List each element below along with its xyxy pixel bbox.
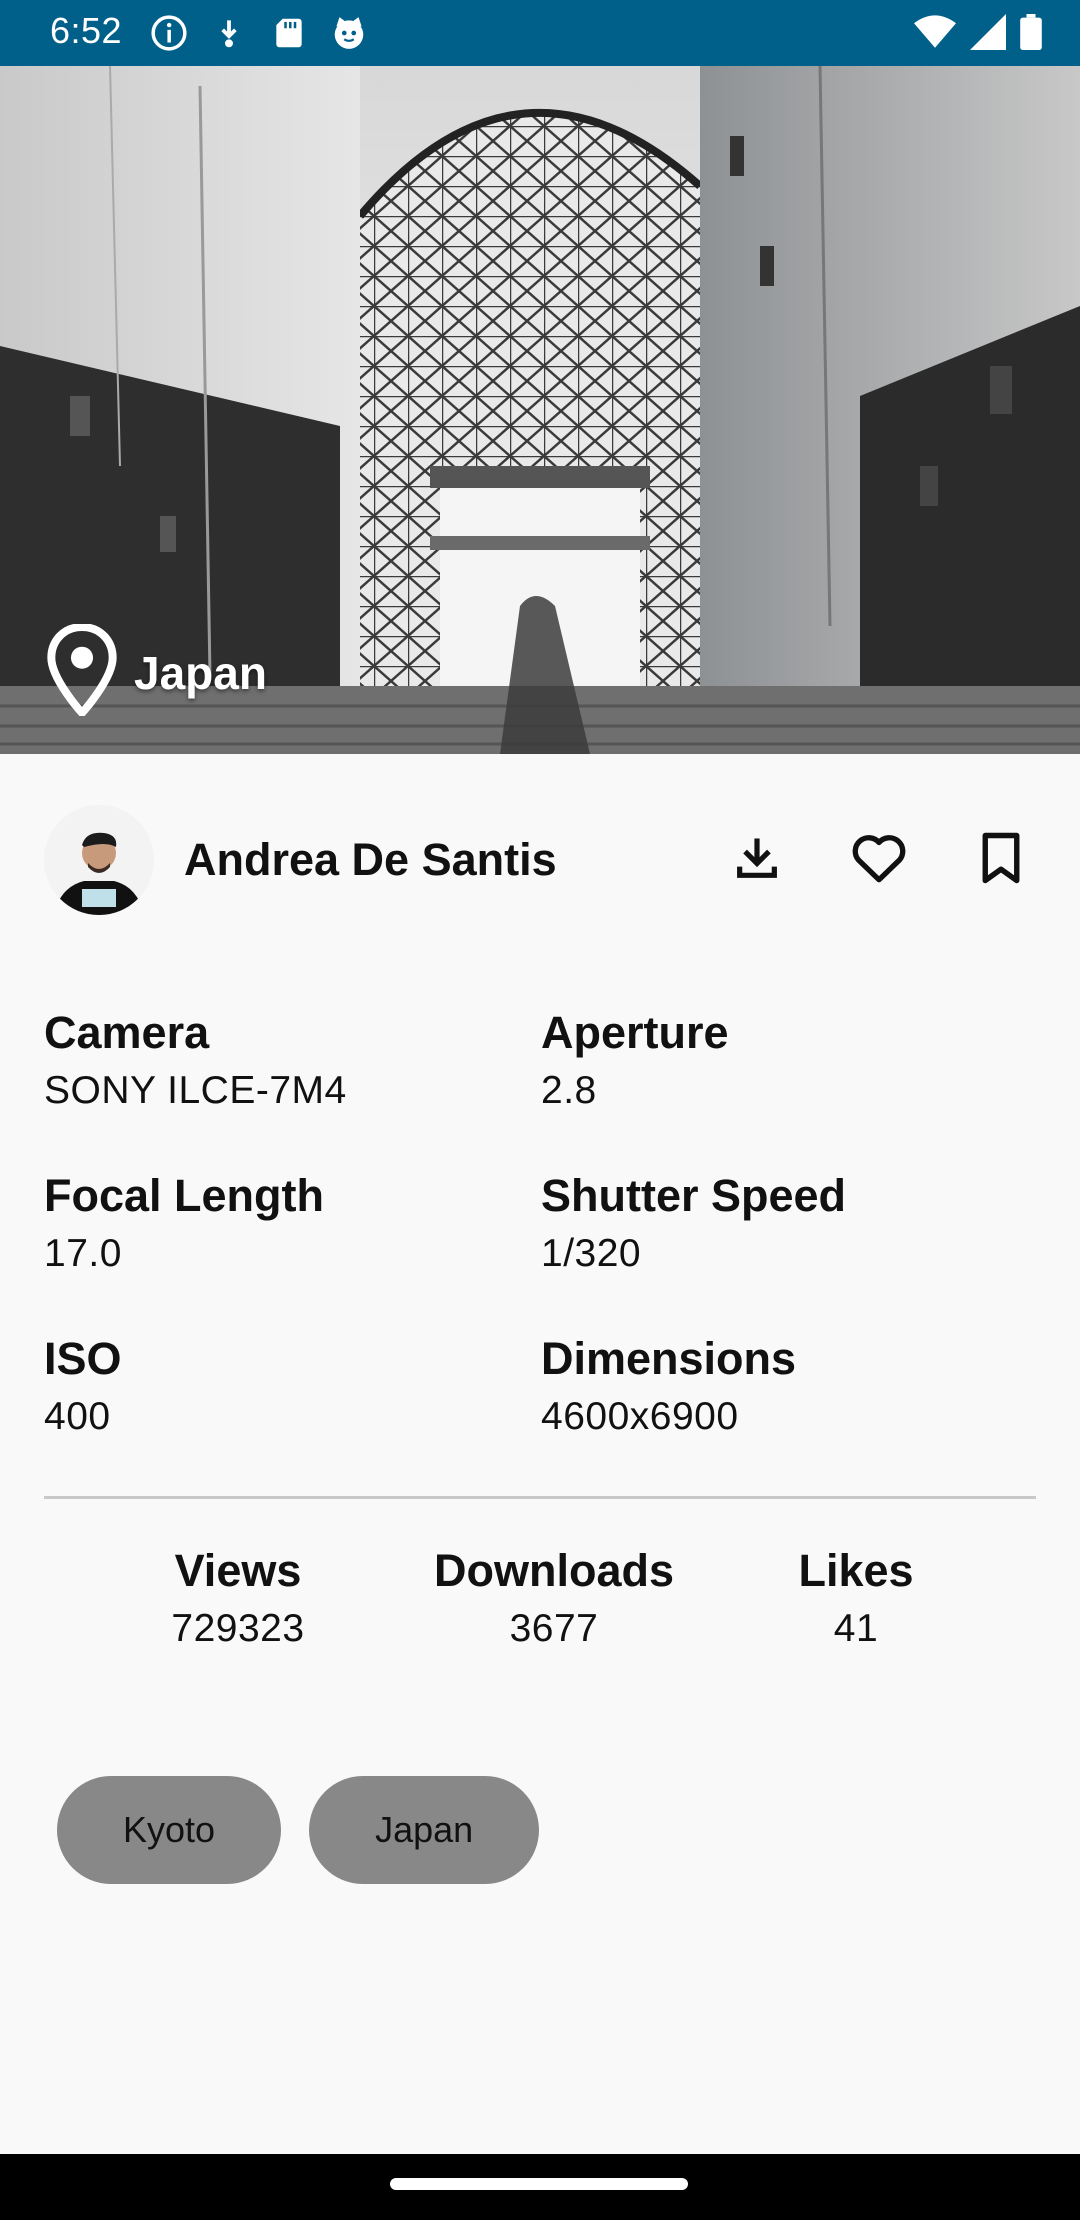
exif-label: Focal Length [44, 1170, 324, 1221]
exif-label: Shutter Speed [541, 1170, 847, 1221]
cat-face-icon [330, 14, 368, 52]
exif-label: Camera [44, 1007, 210, 1058]
exif-aperture: Aperture 2.8 [541, 1010, 1021, 1110]
exif-value: 17.0 [44, 1232, 122, 1275]
sd-card-icon [270, 14, 308, 52]
exif-focal-length: Focal Length 17.0 [44, 1173, 524, 1273]
exif-value: 400 [44, 1395, 111, 1438]
divider [44, 1496, 1036, 1499]
exif-value: 1/320 [541, 1232, 642, 1275]
exif-label: Dimensions [541, 1333, 797, 1384]
author-name[interactable]: Andrea De Santis [184, 834, 670, 886]
stat-label: Downloads [433, 1545, 674, 1596]
author-row: Andrea De Santis [44, 804, 1036, 916]
download-button[interactable] [722, 825, 792, 895]
stat-views: Views 729323 [88, 1548, 388, 1648]
location-tag[interactable]: Japan [44, 623, 267, 721]
like-button[interactable] [844, 825, 914, 895]
tag-chip[interactable]: Japan [309, 1776, 540, 1884]
wifi-icon [914, 14, 956, 50]
exif-label: ISO [44, 1333, 122, 1384]
navigation-bar [0, 2154, 1080, 2220]
stat-label: Views [174, 1545, 302, 1596]
exif-value: 2.8 [541, 1069, 597, 1112]
exif-dimensions: Dimensions 4600x6900 [541, 1336, 1021, 1436]
bookmark-button[interactable] [966, 825, 1036, 895]
stat-value: 729323 [171, 1607, 305, 1650]
system-icons [914, 14, 1042, 50]
heart-icon [850, 831, 908, 890]
home-gesture-handle[interactable] [390, 2178, 688, 2190]
exif-label: Aperture [541, 1007, 729, 1058]
tag-list: Kyoto Japan [57, 1776, 540, 1884]
tag-chip[interactable]: Kyoto [57, 1776, 282, 1884]
exif-camera: Camera SONY ILCE-7M4 [44, 1010, 524, 1110]
exif-iso: ISO 400 [44, 1336, 524, 1436]
info-icon [150, 14, 188, 52]
cell-signal-icon [970, 14, 1006, 50]
exif-shutter-speed: Shutter Speed 1/320 [541, 1173, 1021, 1273]
exif-value: 4600x6900 [541, 1395, 739, 1438]
stat-downloads: Downloads 3677 [404, 1548, 704, 1648]
status-time: 6:52 [50, 10, 123, 51]
stat-label: Likes [798, 1545, 914, 1596]
stat-likes: Likes 41 [706, 1548, 1006, 1648]
battery-icon [1020, 14, 1042, 50]
download-icon [731, 832, 783, 889]
notification-icons [150, 14, 368, 52]
location-label: Japan [134, 646, 267, 699]
bookmark-icon [979, 831, 1023, 890]
status-bar: 6:52 [0, 0, 1080, 66]
avatar[interactable] [44, 805, 154, 915]
exif-value: SONY ILCE-7M4 [44, 1069, 347, 1112]
photo[interactable]: Japan [0, 66, 1080, 754]
location-pin-icon [44, 623, 120, 721]
stat-value: 41 [833, 1607, 879, 1650]
download-notification-icon [210, 14, 248, 52]
stat-value: 3677 [509, 1607, 599, 1650]
